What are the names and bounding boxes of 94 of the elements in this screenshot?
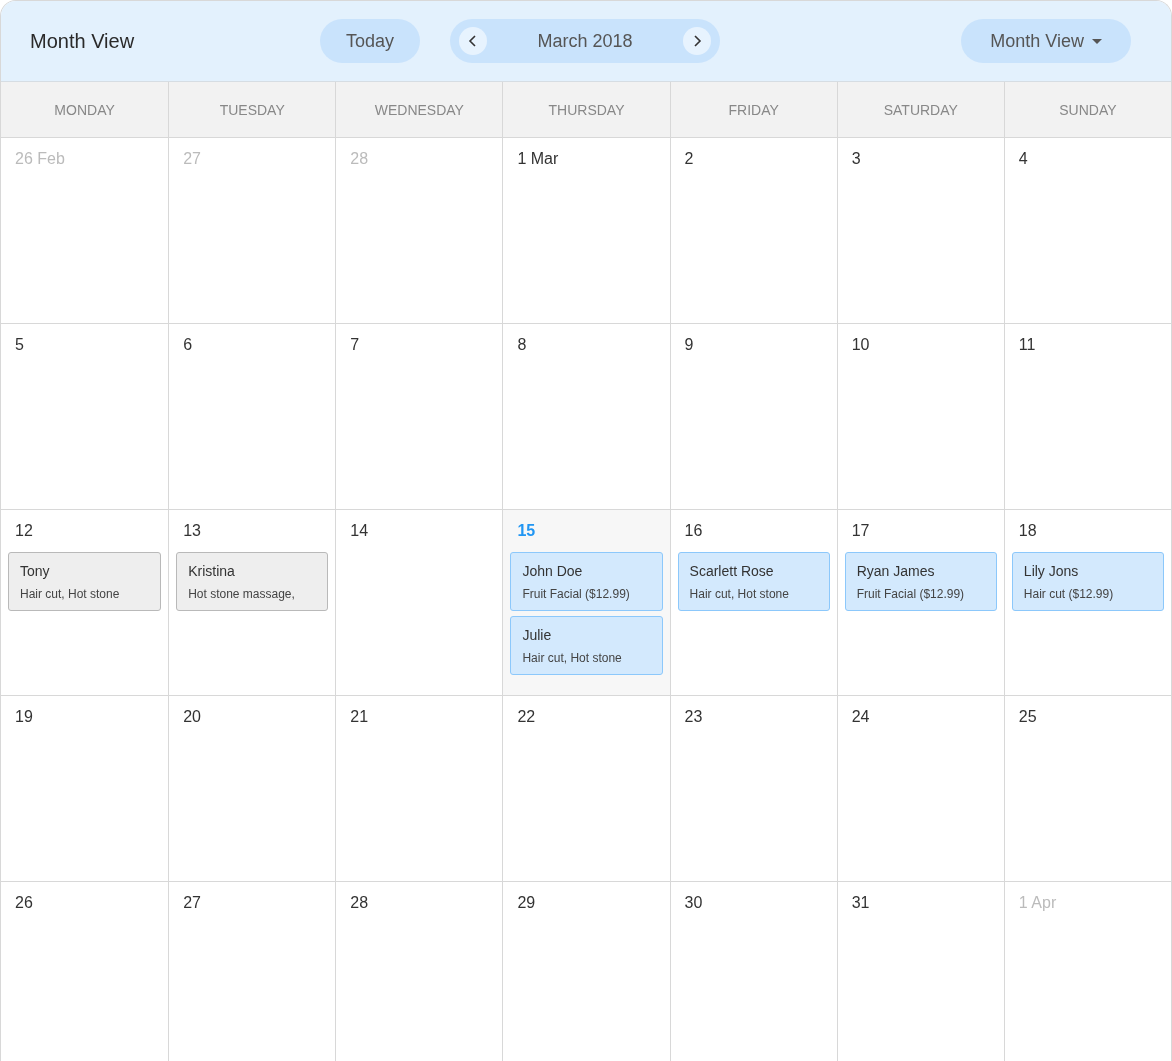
day-cell[interactable]: 20 — [168, 696, 336, 882]
day-cell[interactable]: 2 — [669, 138, 837, 324]
day-number: 5 — [15, 336, 24, 354]
client-name: Scarlett Rose — [689, 563, 775, 579]
day-number: 29 — [517, 894, 536, 912]
weekday-header: SATURDAY — [836, 82, 1004, 137]
appointment-card[interactable]: Ryan James Fruit Facial ($12.99) — [844, 552, 997, 611]
day-number: 20 — [183, 708, 201, 726]
day-number: 7 — [350, 336, 360, 354]
service-text: Hair cut, Hot stone — [522, 651, 623, 665]
day-cell[interactable]: 10 — [836, 324, 1004, 510]
caret-icon — [1092, 38, 1102, 44]
day-number: 4 — [1018, 150, 1028, 168]
appointment-card[interactable]: Julie Hair cut, Hot stone — [510, 616, 663, 675]
day-number: 15 — [517, 522, 536, 540]
weekday-header: FRIDAY — [669, 82, 837, 137]
chevron-right-icon — [692, 34, 703, 48]
day-cell[interactable]: 1 Mar — [502, 138, 670, 324]
appointment-card[interactable]: John Doe Fruit Facial ($12.99) — [510, 552, 663, 611]
day-cell[interactable]: 24 — [836, 696, 1004, 882]
day-cell[interactable]: 9 — [669, 324, 837, 510]
day-number: 13 — [183, 522, 201, 540]
day-cell[interactable]: 11 — [1003, 324, 1171, 510]
client-name: Tony — [20, 563, 51, 579]
day-number: 27 — [183, 894, 201, 912]
day-number: 26 Feb — [15, 150, 65, 168]
weekday-header: SUNDAY — [1003, 82, 1171, 137]
day-cell[interactable]: 21 — [335, 696, 503, 882]
day-number: 3 — [851, 150, 861, 168]
day-number: 2 — [684, 150, 694, 168]
appointment-card[interactable]: Lily Jons Hair cut ($12.99) — [1011, 552, 1164, 611]
day-number: 21 — [350, 708, 369, 726]
weekday-header: TUESDAY — [168, 82, 336, 137]
client-name: Lily Jons — [1023, 563, 1080, 579]
day-cell[interactable]: 13 Kristina Hot stone massage, — [168, 510, 336, 696]
day-number: 6 — [183, 336, 193, 354]
client-name: Julie — [522, 627, 553, 643]
day-cell[interactable]: 18 Lily Jons Hair cut ($12.99) — [1003, 510, 1171, 696]
weekday-header: WEDNESDAY — [335, 82, 503, 137]
service-text: Hair cut, Hot stone — [689, 587, 790, 601]
day-number: 1 Apr — [1018, 894, 1057, 912]
day-number: 31 — [851, 894, 870, 912]
day-number: 10 — [851, 336, 870, 354]
client-name: John Doe — [522, 563, 584, 579]
appointment-card[interactable]: Tony Hair cut, Hot stone — [8, 552, 162, 611]
view-dropdown[interactable]: Month View — [961, 19, 1131, 63]
day-number: 14 — [350, 522, 369, 540]
day-cell[interactable]: 14 — [335, 510, 503, 696]
client-name: Kristina — [188, 563, 236, 579]
appointment-card[interactable]: Kristina Hot stone massage, — [176, 552, 329, 611]
day-number: 27 — [183, 150, 201, 168]
day-cell[interactable]: 7 — [335, 324, 503, 510]
service-text: Hair cut ($12.99) — [1023, 587, 1115, 601]
next-month-button[interactable] — [683, 27, 712, 55]
previous-month-button[interactable] — [459, 27, 488, 55]
day-cell[interactable]: 17 Ryan James Fruit Facial ($12.99) — [836, 510, 1004, 696]
day-cell[interactable]: 22 — [502, 696, 670, 882]
weekday-header: THURSDAY — [502, 82, 670, 137]
day-number: 28 — [350, 894, 369, 912]
weekday-header: MONDAY — [53, 100, 116, 120]
day-number: 17 — [851, 522, 870, 540]
today-button[interactable]: Today — [320, 19, 421, 63]
service-text: Fruit Facial ($12.99) — [522, 587, 631, 601]
page-title: Month View — [30, 29, 136, 53]
service-text: Fruit Facial ($12.99) — [856, 587, 966, 601]
service-text: Hot stone massage, — [188, 587, 296, 601]
day-number: 11 — [1018, 336, 1036, 354]
day-number: 1 Mar — [517, 150, 559, 168]
day-number: 22 — [517, 708, 536, 726]
day-number: 26 — [15, 894, 33, 912]
day-number: 8 — [517, 336, 527, 354]
day-number: 28 — [350, 150, 369, 168]
day-cell[interactable]: 6 — [168, 324, 336, 510]
day-cell[interactable]: 23 — [669, 696, 837, 882]
day-cell[interactable]: 8 — [502, 324, 670, 510]
day-number: 9 — [684, 336, 694, 354]
current-month: March 2018 — [537, 30, 633, 52]
chevron-left-icon — [468, 34, 479, 48]
day-number: 19 — [15, 708, 33, 726]
day-cell[interactable]: 16 Scarlett Rose Hair cut, Hot stone — [669, 510, 837, 696]
day-cell[interactable]: 4 — [1003, 138, 1171, 324]
client-name: Ryan James — [856, 563, 936, 579]
day-number: 12 — [15, 522, 33, 540]
day-number: 30 — [684, 894, 703, 912]
appointment-card[interactable]: Scarlett Rose Hair cut, Hot stone — [677, 552, 830, 611]
day-cell[interactable]: 15 John Doe Fruit Facial ($12.99) Julie Hair cut, Hot stone — [502, 510, 670, 696]
service-text: Hair cut, Hot stone — [20, 587, 121, 601]
day-number: 23 — [684, 708, 703, 726]
day-number: 18 — [1018, 522, 1037, 540]
day-number: 24 — [851, 708, 870, 726]
day-number: 16 — [684, 522, 703, 540]
day-cell[interactable]: 3 — [836, 138, 1004, 324]
day-number: 25 — [1018, 708, 1037, 726]
day-cell[interactable]: 25 — [1003, 696, 1171, 882]
